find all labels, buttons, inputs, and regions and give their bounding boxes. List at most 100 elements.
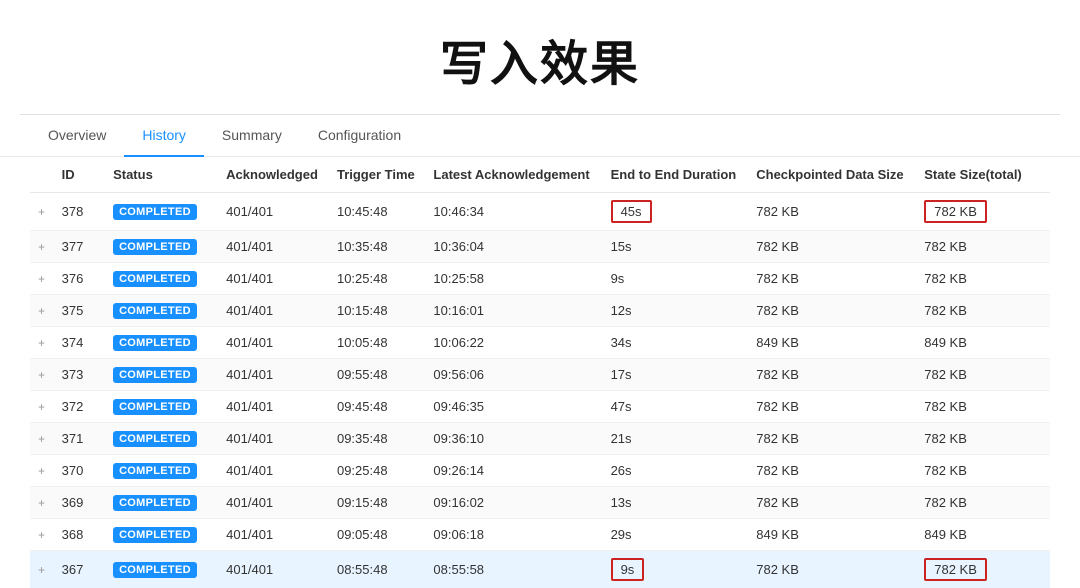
table-row: +376COMPLETED401/40110:25:4810:25:589s78… — [30, 263, 1050, 295]
cell-latest-ack: 09:56:06 — [425, 359, 602, 391]
cell-latest-ack: 09:46:35 — [425, 391, 602, 423]
cell-checkpoint-size: 782 KB — [748, 359, 916, 391]
cell-id: 378 — [54, 193, 105, 231]
expand-button[interactable]: + — [38, 464, 45, 478]
expand-button[interactable]: + — [38, 400, 45, 414]
status-badge: COMPLETED — [113, 271, 197, 287]
cell-checkpoint-size: 782 KB — [748, 455, 916, 487]
cell-e2e-duration: 9s — [603, 551, 749, 588]
cell-id: 371 — [54, 423, 105, 455]
cell-id: 370 — [54, 455, 105, 487]
cell-e2e-duration: 34s — [603, 327, 749, 359]
table-body: +378COMPLETED401/40110:45:4810:46:3445s7… — [30, 193, 1050, 588]
expand-cell: + — [30, 487, 54, 519]
expand-cell: + — [30, 193, 54, 231]
col-header-id: ID — [54, 157, 105, 193]
table-row: +370COMPLETED401/40109:25:4809:26:1426s7… — [30, 455, 1050, 487]
table-row: +373COMPLETED401/40109:55:4809:56:0617s7… — [30, 359, 1050, 391]
cell-state-size: 782 KB — [916, 487, 1050, 519]
cell-state-size: 782 KB — [916, 263, 1050, 295]
cell-checkpoint-size: 782 KB — [748, 295, 916, 327]
expand-button[interactable]: + — [38, 368, 45, 382]
cell-acknowledged: 401/401 — [218, 327, 329, 359]
table-row: +371COMPLETED401/40109:35:4809:36:1021s7… — [30, 423, 1050, 455]
cell-acknowledged: 401/401 — [218, 391, 329, 423]
col-header-expand — [30, 157, 54, 193]
cell-trigger-time: 10:15:48 — [329, 295, 425, 327]
cell-trigger-time: 09:45:48 — [329, 391, 425, 423]
col-header-acknowledged: Acknowledged — [218, 157, 329, 193]
cell-e2e-duration: 17s — [603, 359, 749, 391]
cell-status: COMPLETED — [105, 295, 218, 327]
cell-state-size: 782 KB — [916, 423, 1050, 455]
cell-state-size: 782 KB — [916, 193, 1050, 231]
cell-id: 369 — [54, 487, 105, 519]
expand-button[interactable]: + — [38, 432, 45, 446]
cell-checkpoint-size: 849 KB — [748, 327, 916, 359]
cell-id: 368 — [54, 519, 105, 551]
cell-acknowledged: 401/401 — [218, 263, 329, 295]
cell-trigger-time: 09:55:48 — [329, 359, 425, 391]
cell-acknowledged: 401/401 — [218, 423, 329, 455]
expand-button[interactable]: + — [38, 336, 45, 350]
cell-state-size: 782 KB — [916, 295, 1050, 327]
cell-latest-ack: 10:46:34 — [425, 193, 602, 231]
expand-cell: + — [30, 391, 54, 423]
table-row: +368COMPLETED401/40109:05:4809:06:1829s8… — [30, 519, 1050, 551]
cell-acknowledged: 401/401 — [218, 519, 329, 551]
expand-cell: + — [30, 455, 54, 487]
cell-checkpoint-size: 782 KB — [748, 391, 916, 423]
cell-checkpoint-size: 849 KB — [748, 519, 916, 551]
col-header-trigger-time: Trigger Time — [329, 157, 425, 193]
cell-latest-ack: 10:25:58 — [425, 263, 602, 295]
status-badge: COMPLETED — [113, 239, 197, 255]
cell-checkpoint-size: 782 KB — [748, 193, 916, 231]
expand-cell: + — [30, 327, 54, 359]
cell-status: COMPLETED — [105, 487, 218, 519]
cell-status: COMPLETED — [105, 193, 218, 231]
cell-status: COMPLETED — [105, 359, 218, 391]
expand-button[interactable]: + — [38, 528, 45, 542]
cell-acknowledged: 401/401 — [218, 487, 329, 519]
history-table-container: ID Status Acknowledged Trigger Time Late… — [0, 157, 1080, 588]
cell-trigger-time: 10:35:48 — [329, 231, 425, 263]
table-header-row: ID Status Acknowledged Trigger Time Late… — [30, 157, 1050, 193]
tab-configuration[interactable]: Configuration — [300, 115, 419, 157]
cell-status: COMPLETED — [105, 423, 218, 455]
cell-state-size: 782 KB — [916, 455, 1050, 487]
tab-summary[interactable]: Summary — [204, 115, 300, 157]
cell-acknowledged: 401/401 — [218, 359, 329, 391]
expand-button[interactable]: + — [38, 240, 45, 254]
cell-trigger-time: 10:05:48 — [329, 327, 425, 359]
cell-e2e-duration: 15s — [603, 231, 749, 263]
tab-overview[interactable]: Overview — [30, 115, 124, 157]
cell-latest-ack: 10:16:01 — [425, 295, 602, 327]
cell-id: 367 — [54, 551, 105, 588]
status-badge: COMPLETED — [113, 367, 197, 383]
cell-checkpoint-size: 782 KB — [748, 551, 916, 588]
cell-checkpoint-size: 782 KB — [748, 231, 916, 263]
table-row: +372COMPLETED401/40109:45:4809:46:3547s7… — [30, 391, 1050, 423]
cell-e2e-duration: 21s — [603, 423, 749, 455]
cell-e2e-duration: 12s — [603, 295, 749, 327]
col-header-checkpoint-size: Checkpointed Data Size — [748, 157, 916, 193]
cell-state-size: 849 KB — [916, 327, 1050, 359]
expand-button[interactable]: + — [38, 272, 45, 286]
cell-status: COMPLETED — [105, 455, 218, 487]
expand-button[interactable]: + — [38, 304, 45, 318]
status-badge: COMPLETED — [113, 527, 197, 543]
cell-checkpoint-size: 782 KB — [748, 423, 916, 455]
cell-latest-ack: 09:16:02 — [425, 487, 602, 519]
cell-latest-ack: 09:26:14 — [425, 455, 602, 487]
expand-button[interactable]: + — [38, 496, 45, 510]
cell-e2e-duration: 9s — [603, 263, 749, 295]
tab-history[interactable]: History — [124, 115, 204, 157]
table-row: +374COMPLETED401/40110:05:4810:06:2234s8… — [30, 327, 1050, 359]
cell-trigger-time: 09:15:48 — [329, 487, 425, 519]
cell-status: COMPLETED — [105, 327, 218, 359]
expand-cell: + — [30, 423, 54, 455]
status-badge: COMPLETED — [113, 204, 197, 220]
cell-latest-ack: 10:06:22 — [425, 327, 602, 359]
expand-button[interactable]: + — [38, 205, 45, 219]
expand-button[interactable]: + — [38, 563, 45, 577]
